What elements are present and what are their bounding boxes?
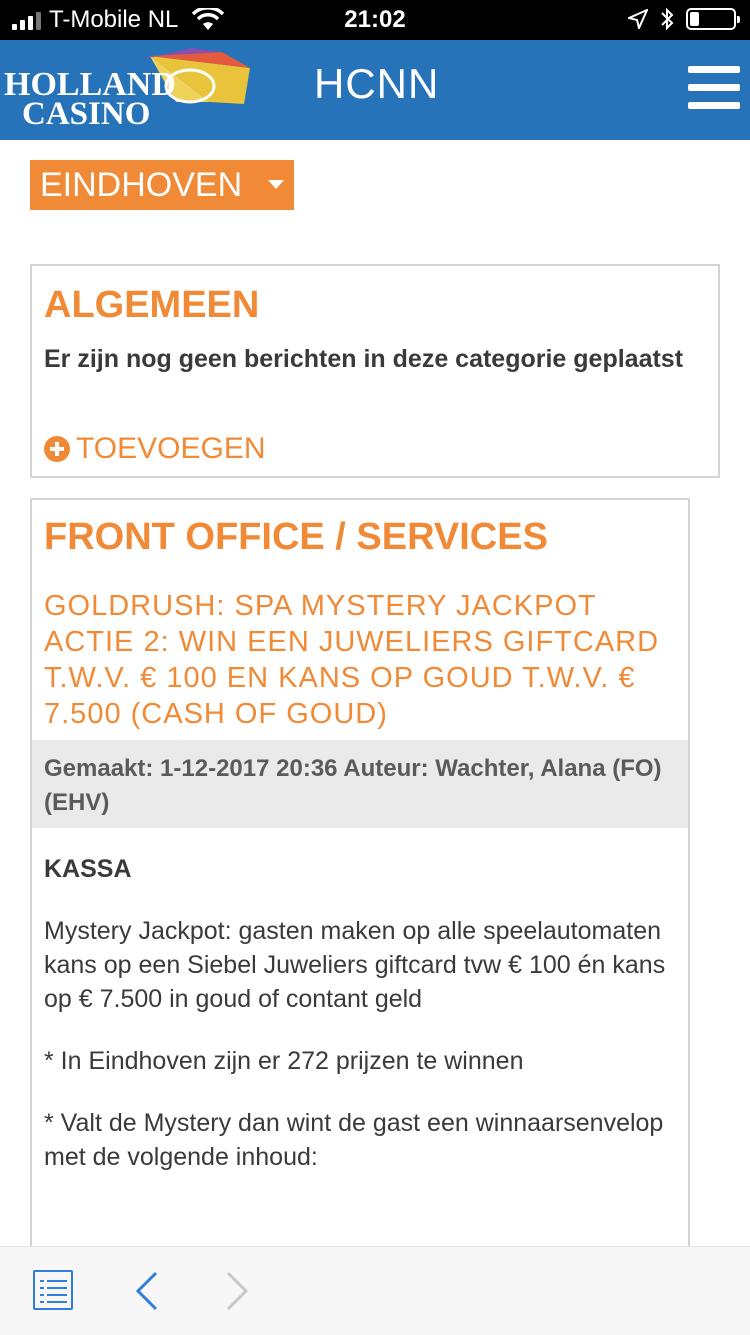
- post-body: KASSA Mystery Jackpot: gasten maken op a…: [44, 852, 674, 1202]
- page-title: HCNN: [314, 60, 440, 107]
- location-selected-value: EINDHOVEN: [40, 166, 243, 204]
- category-card-front-office: FRONT OFFICE / SERVICES GOLDRUSH: SPA MY…: [30, 498, 690, 1258]
- bottom-toolbar: [0, 1246, 750, 1335]
- category-title: FRONT OFFICE / SERVICES: [44, 516, 548, 558]
- category-title: ALGEMEEN: [44, 284, 260, 326]
- menu-icon[interactable]: [688, 66, 740, 110]
- bluetooth-icon: [661, 7, 674, 31]
- category-card-algemeen: ALGEMEEN Er zijn nog geen berichten in d…: [30, 264, 720, 478]
- post-title-link[interactable]: GOLDRUSH: SPA MYSTERY JACKPOT ACTIE 2: W…: [44, 588, 684, 732]
- location-arrow-icon: [628, 9, 648, 29]
- add-post-label: TOEVOEGEN: [76, 432, 266, 465]
- holland-casino-logo[interactable]: HOLLAND CASINO: [0, 46, 260, 136]
- status-bar-right: [628, 7, 740, 31]
- post-paragraph: Mystery Jackpot: gasten maken op alle sp…: [44, 917, 666, 1013]
- battery-icon: [686, 8, 740, 30]
- back-chevron-icon[interactable]: [128, 1271, 168, 1311]
- location-dropdown[interactable]: EINDHOVEN: [30, 160, 294, 210]
- empty-message: Er zijn nog geen berichten in deze categ…: [44, 345, 684, 373]
- caret-down-icon: [268, 180, 284, 189]
- post-paragraph: * In Eindhoven zijn er 272 prijzen te wi…: [44, 1047, 524, 1075]
- status-bar: T-Mobile NL 21:02: [0, 0, 750, 40]
- post-section-heading: KASSA: [44, 855, 132, 883]
- add-post-button[interactable]: TOEVOEGEN: [44, 432, 266, 466]
- logo-text-casino: CASINO: [22, 96, 151, 132]
- post-meta: Gemaakt: 1-12-2017 20:36 Auteur: Wachter…: [32, 740, 688, 828]
- forward-chevron-icon[interactable]: [216, 1271, 256, 1311]
- app-header: HOLLAND CASINO HCNN: [0, 40, 750, 140]
- list-icon[interactable]: [33, 1270, 73, 1310]
- plus-circle-icon: [44, 436, 70, 462]
- post-paragraph: * Valt de Mystery dan wint de gast een w…: [44, 1109, 664, 1171]
